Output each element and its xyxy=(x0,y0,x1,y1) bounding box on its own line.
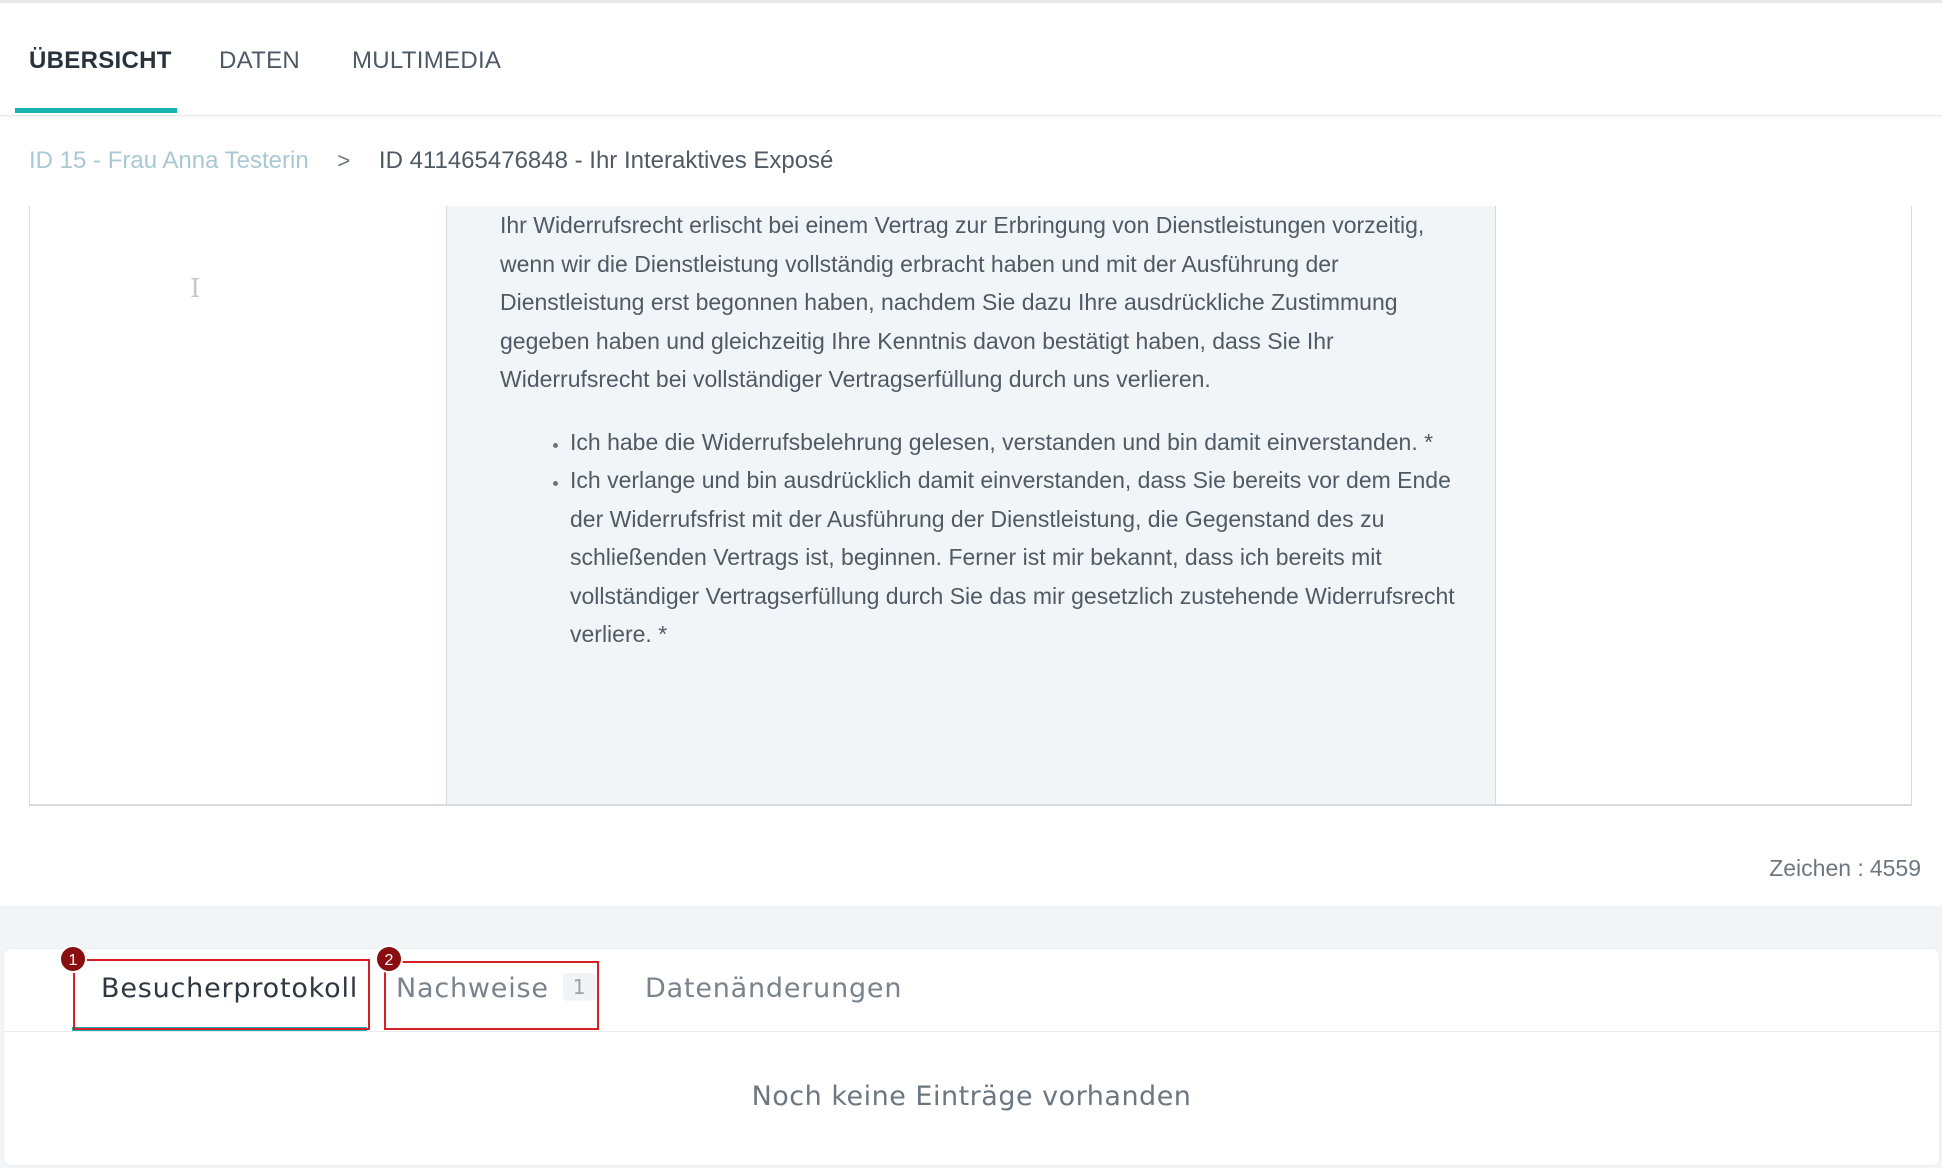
tab-multimedia[interactable]: MULTIMEDIA xyxy=(352,47,501,75)
tab-daten[interactable]: DATEN xyxy=(219,47,300,75)
activity-panel: Besucherprotokoll Nachweise 1 Datenänderu… xyxy=(3,945,1940,1166)
character-count: Zeichen :4559 xyxy=(1769,855,1921,882)
breadcrumb-current: ID 411465476848 - Ihr Interaktives Expos… xyxy=(378,147,834,174)
tab-uebersicht[interactable]: ÜBERSICHT xyxy=(29,47,172,75)
consent-list: Ich habe die Widerrufsbelehrung gelesen,… xyxy=(570,423,1460,654)
document-text: Ihr Widerrufsrecht erlischt bei einem Ve… xyxy=(500,206,1460,654)
document-content-column[interactable]: Ihr Widerrufsrecht erlischt bei einem Ve… xyxy=(447,206,1496,804)
withdrawal-paragraph: Ihr Widerrufsrecht erlischt bei einem Ve… xyxy=(500,212,1425,392)
character-count-value: 4559 xyxy=(1869,855,1921,881)
consent-item: Ich verlange und bin ausdrücklich damit … xyxy=(570,461,1460,654)
step-marker-2: 2 xyxy=(375,945,403,973)
text-cursor-icon: I xyxy=(190,274,201,304)
document-left-column: I xyxy=(30,206,447,804)
document-preview: I Ihr Widerrufsrecht erlischt bei einem … xyxy=(29,206,1912,806)
empty-state-message: Noch keine Einträge vorhanden xyxy=(751,1081,1192,1112)
step-marker-1: 1 xyxy=(59,945,87,973)
active-tab-indicator xyxy=(15,108,177,113)
consent-item: Ich habe die Widerrufsbelehrung gelesen,… xyxy=(570,423,1460,462)
activity-tabs: Besucherprotokoll Nachweise 1 Datenänderu… xyxy=(4,945,1939,1032)
character-count-label: Zeichen : xyxy=(1769,855,1864,881)
highlight-box-1 xyxy=(73,959,370,1030)
breadcrumb-parent-link[interactable]: ID 15 - Frau Anna Testerin xyxy=(29,147,309,174)
tab-datenaenderungen[interactable]: Datenänderungen xyxy=(645,973,902,1004)
breadcrumb: ID 15 - Frau Anna Testerin > ID 41146547… xyxy=(29,147,833,175)
chevron-right-icon: > xyxy=(337,148,351,173)
highlight-box-2 xyxy=(384,961,599,1030)
top-navigation: ÜBERSICHT DATEN MULTIMEDIA xyxy=(0,3,1942,116)
